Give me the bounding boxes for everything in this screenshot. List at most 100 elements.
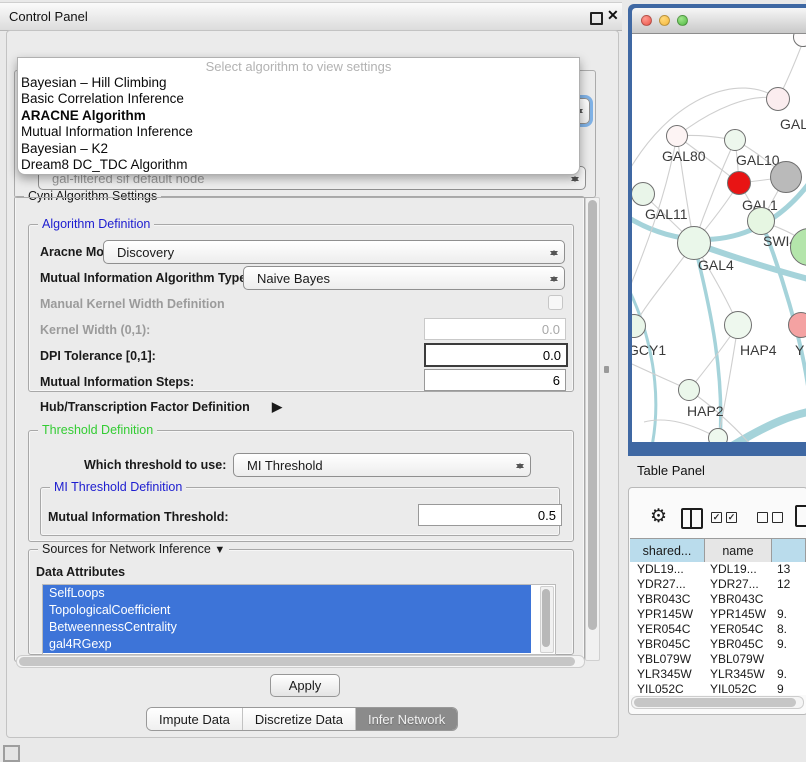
table-cell[interactable]: YDL19... (710, 562, 757, 577)
mi-type-combo[interactable]: Naive Bayes (243, 266, 565, 290)
table-cell[interactable]: 9. (777, 667, 787, 682)
float-window-icon[interactable] (590, 12, 603, 25)
close-icon[interactable]: ✕ (607, 7, 619, 24)
node-partial-bottom[interactable] (708, 428, 728, 442)
which-threshold-combo[interactable]: MI Threshold (233, 453, 531, 477)
table-cell[interactable]: YBR043C (637, 592, 690, 607)
mi-steps-input[interactable] (424, 369, 566, 391)
table-row[interactable]: YDL19... YDL19... 13 (630, 562, 806, 577)
table-row[interactable]: YIL052C YIL052C 9 (630, 682, 806, 695)
table-cell[interactable]: YPR145W (710, 607, 766, 622)
table-row[interactable]: YPR145W YPR145W 9. (630, 607, 806, 622)
bottom-tabs: Impute Data Discretize DataInfer Network (146, 707, 458, 731)
dropdown-item[interactable]: Bayesian – Hill Climbing (18, 75, 579, 91)
mac-zoom-icon[interactable] (677, 15, 688, 26)
table-cell[interactable]: YIL052C (637, 682, 684, 695)
dock-icon[interactable] (3, 745, 20, 762)
settings-hscrollbar-thumb[interactable] (19, 657, 575, 666)
attributes-scrollbar[interactable] (540, 586, 554, 653)
tab-discretize-data[interactable]: Discretize Data (242, 708, 355, 730)
select-all-checkbox-icon[interactable]: ✓ (726, 512, 737, 523)
table-cell[interactable]: YDR27... (637, 577, 686, 592)
node-gal80[interactable] (666, 125, 688, 147)
table-cell[interactable]: YBL079W (637, 652, 691, 667)
table-cell[interactable]: YIL052C (710, 682, 757, 695)
dropdown-prompt: Select algorithm to view settings (18, 58, 579, 75)
node-label: GAL80 (662, 148, 706, 164)
node-gray[interactable] (770, 161, 802, 193)
node-gal4[interactable] (677, 226, 711, 260)
dpi-tolerance-input[interactable] (424, 343, 568, 367)
node-hap2[interactable] (678, 379, 700, 401)
table-cell[interactable]: YBR045C (637, 637, 690, 652)
table-cell[interactable]: YLR345W (637, 667, 692, 682)
select-all-checkbox-icon[interactable]: ✓ (711, 512, 722, 523)
dropdown-item[interactable]: Bayesian – K2 (18, 141, 579, 157)
deselect-all-checkbox-icon[interactable] (757, 512, 768, 523)
table-row[interactable]: YLR345W YLR345W 9. (630, 667, 806, 682)
node-gal11[interactable] (632, 182, 655, 206)
table-row[interactable]: YBR045C YBR045C 9. (630, 637, 806, 652)
kernel-width-input[interactable] (424, 318, 566, 340)
attribute-item[interactable]: TopologicalCoefficient (43, 602, 531, 619)
table-cell[interactable]: 12 (777, 577, 790, 592)
table-cell[interactable]: YDL19... (637, 562, 684, 577)
table-hscrollbar[interactable] (631, 696, 804, 709)
tab-label: Impute Data (159, 712, 230, 727)
column-header[interactable] (772, 539, 806, 562)
table-cell[interactable]: YER054C (637, 622, 690, 637)
mac-minimize-icon[interactable] (659, 15, 670, 26)
settings-scrollbar-thumb[interactable] (588, 200, 597, 630)
mac-close-icon[interactable] (641, 15, 652, 26)
attribute-item[interactable]: BetweennessCentrality (43, 619, 531, 636)
table-cell[interactable]: YBR043C (710, 592, 763, 607)
apply-button[interactable]: Apply (270, 674, 340, 697)
tab-infer-network[interactable]: Infer Network (355, 708, 457, 730)
table-row[interactable]: YER054C YER054C 8. (630, 622, 806, 637)
table-row[interactable]: YBL079W YBL079W (630, 652, 806, 667)
node-gal10[interactable] (724, 129, 746, 151)
settings-hscrollbar[interactable] (16, 655, 585, 668)
table-cell[interactable]: 8. (777, 622, 787, 637)
table-cell[interactable]: YPR145W (637, 607, 693, 622)
node-gal-ne[interactable] (766, 87, 790, 111)
table-cell[interactable]: 9. (777, 637, 787, 652)
network-canvas[interactable]: GALGAL80GAL10GAL1GAL11SWI4GAL4GCY1HAP4YH… (632, 34, 806, 442)
table-row[interactable]: YBR043C YBR043C (630, 592, 806, 607)
dropdown-item[interactable]: Mutual Information Inference (18, 124, 579, 140)
table-cell[interactable]: 9 (777, 682, 784, 695)
split-columns-icon[interactable] (681, 508, 703, 529)
node-hap4[interactable] (724, 311, 752, 339)
deselect-all-checkbox-icon[interactable] (772, 512, 783, 523)
table-cell[interactable]: YBL079W (710, 652, 764, 667)
table-cell[interactable]: YBR045C (710, 637, 763, 652)
column-header[interactable]: name (705, 539, 772, 562)
tab-impute-data[interactable]: Impute Data (147, 708, 242, 730)
node-gal1[interactable] (727, 171, 751, 195)
dropdown-item[interactable]: ARACNE Algorithm (18, 108, 579, 124)
node-swi4[interactable] (747, 207, 775, 235)
table-cell[interactable]: YER054C (710, 622, 763, 637)
attribute-item[interactable]: gal4RGexp (43, 636, 531, 653)
export-table-icon[interactable] (795, 505, 806, 527)
table-hscrollbar-thumb[interactable] (634, 698, 796, 707)
table-cell[interactable]: YDR27... (710, 577, 759, 592)
dropdown-item[interactable]: Basic Correlation Inference (18, 91, 579, 107)
manual-kernel-checkbox[interactable] (548, 295, 563, 310)
table-row[interactable]: YDR27... YDR27... 12 (630, 577, 806, 592)
settings-scrollbar[interactable] (585, 197, 600, 661)
table-cell[interactable]: 13 (777, 562, 790, 577)
attribute-item[interactable]: SelfLoops (43, 585, 531, 602)
expand-right-icon[interactable]: ▶ (272, 399, 282, 415)
dropdown-item[interactable]: Dream8 DC_TDC Algorithm (18, 157, 579, 173)
table-cell[interactable]: YLR345W (710, 667, 765, 682)
mi-threshold-input[interactable] (418, 504, 562, 526)
table-cell[interactable]: 9. (777, 607, 787, 622)
panel-splitter-handle[interactable] (604, 366, 609, 373)
attributes-scrollbar-thumb[interactable] (542, 589, 550, 647)
gear-icon[interactable]: ⚙ (650, 505, 667, 528)
network-window-titlebar[interactable] (632, 8, 806, 34)
collapse-down-icon[interactable]: ▼ (214, 544, 225, 556)
aracne-mode-combo[interactable]: Discovery (103, 240, 565, 264)
column-header[interactable]: shared... (630, 539, 705, 562)
